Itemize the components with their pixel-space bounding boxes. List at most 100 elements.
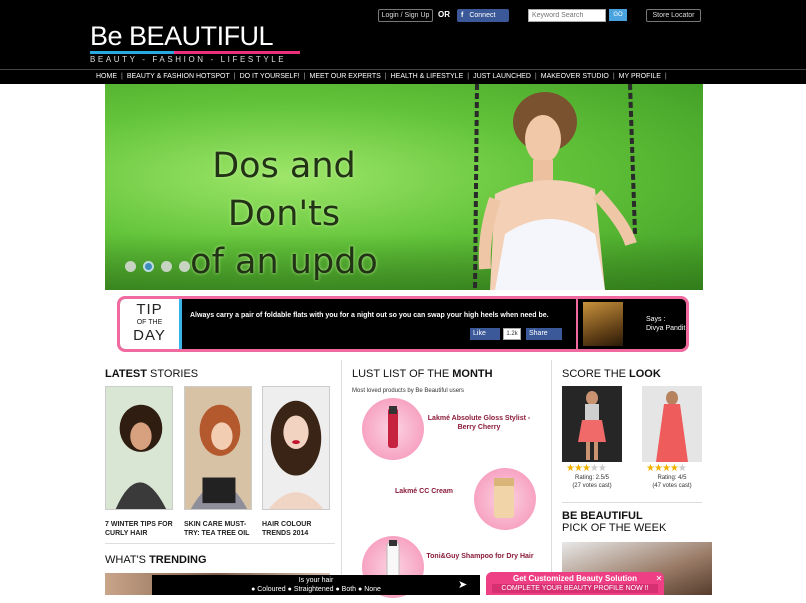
nav-separator: | bbox=[467, 73, 470, 80]
star-icon[interactable]: ★ bbox=[598, 463, 607, 474]
nav-item-do-it-yourself[interactable]: DO IT YOURSELF! bbox=[240, 70, 300, 84]
search-go-button[interactable]: GO bbox=[609, 9, 627, 21]
hero-title: Dos and Don'ts of an updo bbox=[153, 142, 415, 286]
star-icon[interactable]: ★ bbox=[646, 463, 655, 474]
star-half-icon[interactable]: ★ bbox=[582, 463, 591, 474]
keyword-search-input[interactable] bbox=[528, 9, 606, 22]
star-icon[interactable]: ★ bbox=[678, 463, 687, 474]
facebook-connect-label: Connect bbox=[469, 12, 496, 19]
product-image[interactable] bbox=[474, 468, 536, 530]
nav-separator: | bbox=[612, 73, 615, 80]
hero-banner[interactable]: Dos and Don'ts of an updo bbox=[105, 84, 703, 290]
nav-item-health-lifestyle[interactable]: HEALTH & LIFESTYLE bbox=[391, 70, 464, 84]
beauty-solution-cta[interactable]: COMPLETE YOUR BEAUTY PROFILE NOW !! bbox=[492, 584, 658, 593]
poll-option-both[interactable]: Both bbox=[342, 586, 356, 593]
look-rating-text: Rating: 4/5 (47 votes cast) bbox=[642, 474, 702, 490]
facebook-icon: f bbox=[461, 12, 464, 19]
look-rating-stars[interactable]: ★★★★★ bbox=[566, 463, 607, 474]
radio-icon[interactable]: ● bbox=[335, 586, 339, 593]
hero-model-image bbox=[473, 84, 637, 290]
product-image[interactable] bbox=[362, 398, 424, 460]
share-label: Share bbox=[529, 330, 548, 337]
story-card[interactable]: SKIN CARE MUST-TRY: TEA TREE OIL bbox=[184, 386, 252, 538]
star-icon[interactable]: ★ bbox=[590, 463, 599, 474]
nav-item-just-launched[interactable]: JUST LAUNCHED bbox=[473, 70, 531, 84]
like-label: Like bbox=[473, 330, 486, 337]
hero-title-line2: of an updo bbox=[190, 242, 378, 282]
facebook-share-button[interactable]: Share bbox=[526, 328, 562, 340]
facebook-connect-button[interactable]: f Connect bbox=[457, 9, 509, 22]
column-divider bbox=[341, 360, 342, 595]
top-header: Be BEAUTIFUL BEAUTY - FASHION - LIFESTYL… bbox=[0, 0, 806, 84]
look-rating-stars[interactable]: ★★★★★ bbox=[646, 463, 687, 474]
site-logo[interactable]: Be BEAUTIFUL BEAUTY - FASHION - LIFESTYL… bbox=[90, 22, 305, 66]
product-name[interactable]: Lakmé CC Cream bbox=[380, 487, 468, 496]
poll-option-coloured[interactable]: Coloured bbox=[257, 586, 285, 593]
story-card[interactable]: 7 WINTER TIPS FOR CURLY HAIR bbox=[105, 386, 173, 538]
story-title: 7 WINTER TIPS FOR CURLY HAIR bbox=[105, 521, 173, 537]
radio-icon[interactable]: ● bbox=[251, 586, 255, 593]
nav-item-meet-our-experts[interactable]: MEET OUR EXPERTS bbox=[309, 70, 380, 84]
section-divider bbox=[105, 543, 335, 544]
hero-title-line1: Dos and Don'ts bbox=[212, 146, 356, 234]
nav-item-home[interactable]: HOME bbox=[96, 70, 117, 84]
facebook-like-button[interactable]: Like bbox=[470, 328, 500, 340]
slide-dot-2[interactable] bbox=[143, 261, 154, 272]
nav-item-beauty-fashion-hotspot[interactable]: BEAUTY & FASHION HOTSPOT bbox=[127, 70, 230, 84]
slide-dot-4[interactable] bbox=[179, 261, 190, 272]
author-says: Says : Divya Pandit bbox=[646, 315, 685, 333]
logo-underline bbox=[90, 51, 300, 54]
tip-label-tip: TIP bbox=[136, 301, 163, 318]
look-image[interactable] bbox=[642, 386, 702, 462]
story-card[interactable]: HAIR COLOUR TRENDS 2014 bbox=[262, 386, 330, 538]
star-icon[interactable]: ★ bbox=[654, 463, 663, 474]
star-icon[interactable]: ★ bbox=[670, 463, 679, 474]
rating-value: Rating: 2.5/5 bbox=[574, 475, 610, 481]
look-image[interactable] bbox=[562, 386, 622, 462]
slide-dot-3[interactable] bbox=[161, 261, 172, 272]
slide-dot-1[interactable] bbox=[125, 261, 136, 272]
login-signup-button[interactable]: Login / Sign Up bbox=[378, 9, 433, 22]
lust-list-heading: LUST LIST OF THE MONTH bbox=[352, 368, 493, 380]
close-icon[interactable]: ✕ bbox=[654, 574, 664, 584]
radio-icon[interactable]: ● bbox=[288, 586, 292, 593]
author-avatar bbox=[583, 302, 623, 346]
score-the-look-heading: SCORE THE LOOK bbox=[562, 368, 661, 380]
arrow-right-icon[interactable]: ➤ bbox=[458, 578, 467, 591]
star-icon[interactable]: ★ bbox=[662, 463, 671, 474]
beauty-solution-title: Get Customized Beauty Solution bbox=[512, 574, 637, 583]
lust-list-subtitle: Most loved products by Be Beautiful user… bbox=[352, 388, 465, 394]
says-label: Says : bbox=[646, 316, 666, 323]
star-icon[interactable]: ★ bbox=[574, 463, 583, 474]
latest-stories-heading: LATEST STORIES bbox=[105, 368, 199, 380]
tip-text: Always carry a pair of foldable flats wi… bbox=[190, 312, 549, 319]
product-name[interactable]: Lakmé Absolute Gloss Stylist - Berry Che… bbox=[420, 414, 538, 432]
nav-separator: | bbox=[303, 73, 306, 80]
poll-question: Is your hair bbox=[298, 577, 334, 584]
poll-option-straightened[interactable]: Straightened bbox=[294, 586, 334, 593]
rating-value: Rating: 4/5 bbox=[657, 475, 687, 481]
tip-author: Says : Divya Pandit bbox=[576, 299, 686, 349]
nav-item-makeover-studio[interactable]: MAKEOVER STUDIO bbox=[541, 70, 609, 84]
beauty-solution-banner[interactable]: Get Customized Beauty Solution COMPLETE … bbox=[486, 572, 664, 595]
poll-option-none[interactable]: None bbox=[364, 586, 381, 593]
story-image bbox=[262, 386, 330, 510]
star-icon[interactable]: ★ bbox=[566, 463, 575, 474]
nav-item-my-profile[interactable]: MY PROFILE bbox=[619, 70, 661, 84]
story-title: HAIR COLOUR TRENDS 2014 bbox=[262, 521, 312, 537]
radio-icon[interactable]: ● bbox=[358, 586, 362, 593]
nav-separator: | bbox=[233, 73, 236, 80]
logo-tagline: BEAUTY - FASHION - LIFESTYLE bbox=[90, 55, 287, 64]
tip-label: TIP OF THE DAY bbox=[120, 299, 182, 349]
rating-votes: (47 votes cast) bbox=[652, 483, 692, 489]
store-locator-button[interactable]: Store Locator bbox=[646, 9, 701, 22]
logo-beautiful: BEAUTIFUL bbox=[129, 21, 274, 51]
story-title: SKIN CARE MUST-TRY: TEA TREE OIL bbox=[184, 521, 250, 537]
nav-separator: | bbox=[534, 73, 537, 80]
product-name[interactable]: Toni&Guy Shampoo for Dry Hair bbox=[422, 552, 538, 561]
trending-heading: WHAT'S TRENDING bbox=[105, 554, 207, 566]
rating-votes: (27 votes cast) bbox=[572, 483, 612, 489]
pick-heading-line2: PICK OF THE WEEK bbox=[562, 522, 667, 534]
hero-slider-dots bbox=[125, 261, 190, 272]
story-image bbox=[184, 386, 252, 510]
